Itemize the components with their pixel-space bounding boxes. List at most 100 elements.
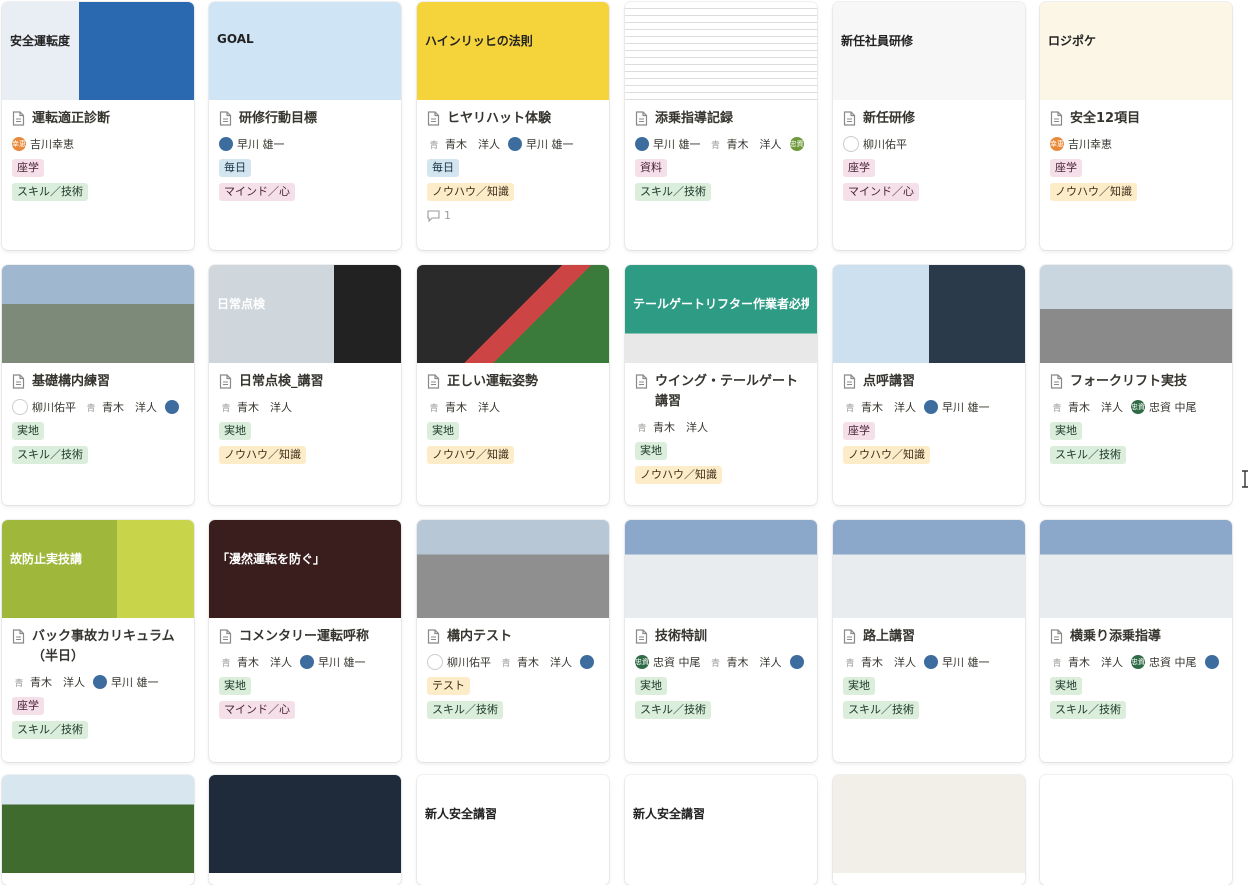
cover-text: 「漫然運転を防ぐ」 (217, 552, 326, 566)
gallery-card[interactable]: 技術特訓 忠資 忠資 中尾青青木 洋人 実地 スキル／技術 (625, 520, 817, 762)
tag-badge: スキル／技術 (843, 701, 919, 719)
person-name: 忠資 中尾 (1149, 656, 1197, 669)
gallery-card[interactable]: 基礎構内練習 柳川佑平青青木 洋人 実地 スキル／技術 (2, 265, 194, 505)
person-name: 青木 洋人 (726, 656, 782, 669)
card-title[interactable]: 技術特訓 (635, 627, 807, 647)
gallery-card[interactable]: ハインリッヒの法則 ヒヤリハット体験青青木 洋人 早川 雄一 毎日 ノウハウ／知識 1 (417, 2, 609, 250)
gallery-card[interactable]: フォークリフト実技青青木 洋人 忠資 忠資 中尾 実地 スキル／技術 (1040, 265, 1232, 505)
avatar: 忠資 (635, 655, 649, 669)
person-name: 青木 洋人 (237, 401, 292, 414)
person-chip: 早川 雄一 (219, 136, 285, 152)
card-title[interactable]: 正しい運転姿勢 (427, 372, 599, 392)
card-cover-image (1040, 520, 1232, 618)
gallery-card[interactable] (1040, 775, 1232, 885)
person-name: 青木 洋人 (517, 656, 572, 669)
gallery-card[interactable]: 正しい運転姿勢青青木 洋人実地 ノウハウ／知識 (417, 265, 609, 505)
person-name: 早川 雄一 (526, 138, 574, 151)
card-title-text: バック事故カリキュラム（半日） (32, 629, 175, 664)
tag-badge: 座学 (1050, 159, 1082, 177)
card-title[interactable]: バック事故カリキュラム（半日） (12, 627, 184, 667)
card-tags: 毎日 マインド／心 (219, 159, 391, 201)
card-tags: 実地 スキル／技術 (843, 677, 1015, 719)
card-people: 青青木 洋人 早川 雄一 (843, 398, 1015, 416)
avatar: 青 (637, 423, 647, 434)
gallery-card[interactable]: テールゲートリフター作業者必携 ウイング・テールゲート講習青青木 洋人 実地 ノウハウ… (625, 265, 817, 505)
gallery-card[interactable]: 新任社員研修 新任研修 柳川佑平 座学 マインド／心 (833, 2, 1025, 250)
tag-badge: 座学 (12, 159, 44, 177)
card-cover-image (417, 265, 609, 363)
card-title[interactable]: 安全12項目 (1050, 109, 1222, 129)
gallery-card[interactable]: 点呼講習青青木 洋人 早川 雄一 座学 ノウハウ／知識 (833, 265, 1025, 505)
tag-badge: スキル／技術 (12, 183, 88, 201)
gallery-card[interactable] (209, 775, 401, 885)
cover-text: GOAL (217, 32, 254, 46)
card-tags: 実地 スキル／技術 (1050, 677, 1222, 719)
gallery-card[interactable]: 添乗指導記録 早川 雄一青青木 洋人 忠資 資料 スキル／技術 (625, 2, 817, 250)
avatar (1204, 655, 1219, 669)
card-title-text: コメンタリー運転呼称 (239, 629, 370, 644)
person-name: 青木 洋人 (445, 401, 500, 414)
card-people: 幸恵 吉川幸恵 (1050, 135, 1222, 153)
tag-badge: ノウハウ／知識 (843, 446, 930, 464)
card-tags: 実地 ノウハウ／知識 (427, 422, 599, 464)
card-title[interactable]: 点呼講習 (843, 372, 1015, 392)
person-chip: 早川 雄一 (93, 674, 159, 690)
person-chip (165, 400, 179, 414)
tag-badge: スキル／技術 (427, 701, 503, 719)
avatar: 青 (429, 140, 439, 151)
card-title[interactable]: 横乗り添乗指導 (1050, 627, 1222, 647)
card-people: 青青木 洋人 忠資 忠資 中尾 (1050, 398, 1222, 416)
card-title[interactable]: ヒヤリハット体験 (427, 109, 599, 129)
page-icon (1050, 111, 1063, 126)
person-name: 吉川幸恵 (1068, 138, 1112, 151)
card-people: 青青木 洋人 早川 雄一 (427, 135, 599, 153)
avatar: 青 (14, 678, 24, 689)
card-title[interactable]: 新任研修 (843, 109, 1015, 129)
gallery-card[interactable] (2, 775, 194, 885)
card-title[interactable]: フォークリフト実技 (1050, 372, 1222, 392)
card-title[interactable]: コメンタリー運転呼称 (219, 627, 391, 647)
card-cover-image (833, 265, 1025, 363)
tag-badge: スキル／技術 (1050, 446, 1126, 464)
gallery-card[interactable]: 路上講習青青木 洋人 早川 雄一 実地 スキル／技術 (833, 520, 1025, 762)
person-chip: 青青木 洋人 (709, 654, 782, 670)
card-title[interactable]: 運転適正診断 (12, 109, 184, 129)
gallery-card[interactable]: 新人安全講習 (417, 775, 609, 885)
card-title[interactable]: 日常点検_講習 (219, 372, 391, 392)
comment-count[interactable]: 1 (427, 209, 599, 222)
cover-text: テールゲートリフター作業者必携 (633, 297, 809, 311)
gallery-card[interactable]: 構内テスト 柳川佑平青青木 洋人 テスト スキル／技術 (417, 520, 609, 762)
card-title[interactable]: 路上講習 (843, 627, 1015, 647)
gallery-card[interactable]: 故防止実技講 バック事故カリキュラム（半日） 青青木 洋人 早川 雄一 座学 スキル／技術 (2, 520, 194, 762)
gallery-card[interactable]: 新人安全講習 (625, 775, 817, 885)
gallery-card[interactable]: GOAL 研修行動目標早川 雄一毎日 マインド／心 (209, 2, 401, 250)
card-title-text: 日常点検_講習 (239, 374, 324, 389)
card-title[interactable]: ウイング・テールゲート講習 (635, 372, 807, 412)
gallery-card[interactable]: 日常点検 日常点検_講習青青木 洋人 実地 ノウハウ／知識 (209, 265, 401, 505)
avatar: 幸恵 (1050, 137, 1064, 151)
card-title[interactable]: 研修行動目標 (219, 109, 391, 129)
person-name: 忠資 中尾 (653, 656, 701, 669)
card-title[interactable]: 添乗指導記録 (635, 109, 807, 129)
person-name: 青木 洋人 (102, 401, 157, 414)
page-icon (635, 111, 648, 126)
card-title-text: 添乗指導記録 (655, 111, 734, 126)
avatar: 青 (429, 403, 439, 414)
card-cover-image: テールゲートリフター作業者必携 (625, 265, 817, 363)
gallery-card[interactable] (833, 775, 1025, 885)
gallery-card[interactable]: 安全運転度 運転適正診断 幸恵 吉川幸恵 座学 スキル／技術 (2, 2, 194, 250)
card-cover-image: 新人安全講習 (417, 775, 609, 873)
page-icon (12, 629, 25, 644)
gallery-card[interactable]: 「漫然運転を防ぐ」 コメンタリー運転呼称青青木 洋人 早川 雄一 実地 マインド／心 (209, 520, 401, 762)
gallery-card[interactable]: ロジポケ 安全12項目 幸恵 吉川幸恵 座学 ノウハウ／知識 (1040, 2, 1232, 250)
avatar (843, 136, 859, 152)
gallery-card[interactable]: 横乗り添乗指導青青木 洋人 忠資 忠資 中尾 実地 スキル／技術 (1040, 520, 1232, 762)
comment-icon (427, 209, 440, 222)
person-chip: 忠資 (789, 137, 804, 151)
avatar: 青 (86, 403, 96, 414)
card-cover-image (417, 520, 609, 618)
page-icon (843, 629, 856, 644)
card-title[interactable]: 基礎構内練習 (12, 372, 184, 392)
card-title[interactable]: 構内テスト (427, 627, 599, 647)
person-chip: 青青木 洋人 (219, 654, 292, 670)
